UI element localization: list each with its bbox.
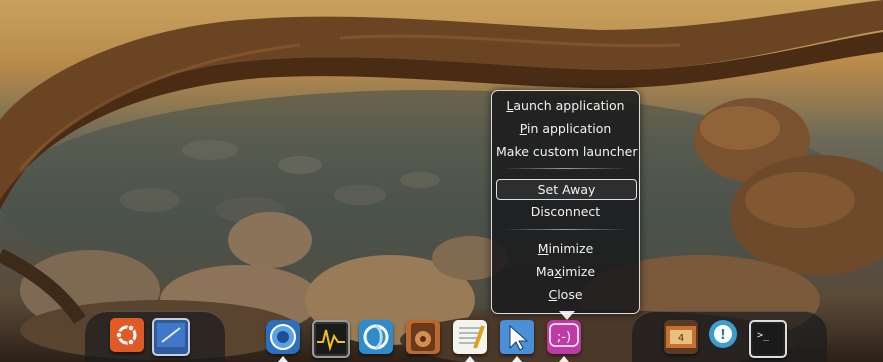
blender-icon[interactable] [359, 320, 393, 354]
context-menu-pointer [559, 311, 575, 320]
chat-icon[interactable]: ;-) [547, 320, 581, 354]
menu-item-maximize[interactable]: Maximize [496, 261, 635, 282]
running-indicator [278, 356, 288, 362]
menu-item-close[interactable]: Close [496, 284, 635, 305]
menu-item-minimize[interactable]: Minimize [496, 238, 635, 259]
help-icon[interactable]: ! [706, 318, 740, 352]
running-indicator [559, 356, 569, 362]
menu-item-disconnect[interactable]: Disconnect [496, 201, 635, 222]
running-indicator [512, 356, 522, 362]
menu-item-launch-application[interactable]: Launch application [496, 95, 635, 116]
speaker-icon[interactable] [406, 320, 440, 354]
svg-text:4: 4 [678, 333, 684, 344]
menu-item-pin-application[interactable]: Pin application [496, 118, 635, 139]
desktop-icon[interactable] [152, 318, 190, 356]
running-indicator [465, 356, 475, 362]
menu-item-make-custom-launcher[interactable]: Make custom launcher [496, 141, 638, 162]
ubuntu-icon[interactable] [110, 318, 144, 352]
wallpaper-scene [0, 0, 883, 362]
svg-text:!: ! [720, 328, 726, 343]
system-monitor-icon[interactable] [312, 320, 350, 358]
menu-item-set-away[interactable]: Set Away [496, 179, 637, 200]
svg-text:>_: >_ [757, 330, 770, 341]
desktop-wallpaper [0, 0, 883, 362]
cursor-icon[interactable] [500, 320, 534, 354]
menu-separator [502, 229, 629, 230]
text-editor-icon[interactable] [453, 320, 487, 354]
mixer-icon[interactable]: 4 [664, 320, 698, 354]
terminal-icon[interactable]: >_ [749, 320, 787, 358]
context-menu: Launch application Pin application Make … [491, 90, 640, 314]
svg-text:;-): ;-) [557, 330, 571, 345]
browser-icon[interactable] [266, 320, 300, 354]
menu-separator [502, 168, 629, 169]
